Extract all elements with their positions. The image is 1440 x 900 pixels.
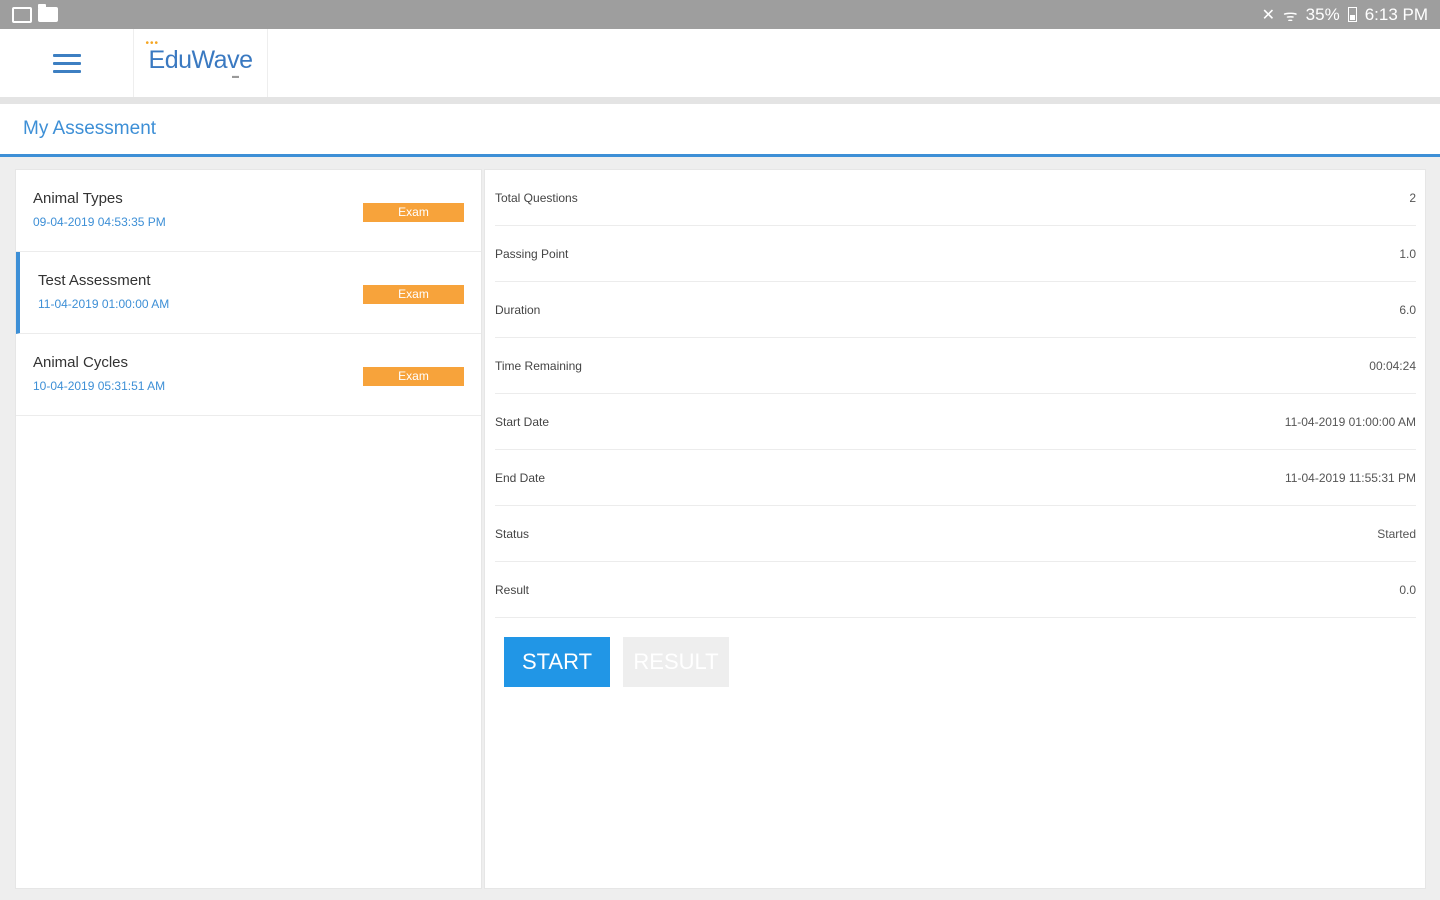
detail-row-passing-point: Passing Point 1.0 <box>495 226 1416 282</box>
detail-label: Status <box>495 526 530 541</box>
page-title: My Assessment <box>23 118 157 139</box>
detail-label: Total Questions <box>495 190 578 205</box>
detail-row-result: Result 0.0 <box>495 562 1416 618</box>
mute-icon: ✕ <box>1261 6 1276 24</box>
detail-value: 0.0 <box>1399 582 1416 597</box>
logo: ••• EduWave ▬ <box>134 29 268 97</box>
result-button[interactable]: RESULT <box>623 637 729 687</box>
menu-button[interactable] <box>0 29 134 97</box>
page-title-bar: My Assessment <box>0 104 1440 157</box>
detail-label: Start Date <box>495 414 550 429</box>
exam-badge: Exam <box>363 285 464 304</box>
exam-badge: Exam <box>363 203 464 222</box>
detail-value: Started <box>1377 526 1416 541</box>
header-divider <box>0 97 1440 104</box>
detail-row-time-remaining: Time Remaining 00:04:24 <box>495 338 1416 394</box>
detail-row-start-date: Start Date 11-04-2019 01:00:00 AM <box>495 394 1416 450</box>
detail-label: Time Remaining <box>495 358 582 373</box>
detail-row-end-date: End Date 11-04-2019 11:55:31 PM <box>495 450 1416 506</box>
list-item-animal-types[interactable]: Animal Types 09-04-2019 04:53:35 PM Exam <box>16 170 481 252</box>
detail-label: Passing Point <box>495 246 569 261</box>
detail-row-total-questions: Total Questions 2 <box>495 170 1416 226</box>
assessment-list: Animal Types 09-04-2019 04:53:35 PM Exam… <box>15 169 482 889</box>
detail-value: 6.0 <box>1399 302 1416 317</box>
detail-value: 2 <box>1409 190 1416 205</box>
detail-label: Result <box>495 582 530 597</box>
detail-label: Duration <box>495 302 541 317</box>
status-bar: ✕ ᯤ 35% 6:13 PM <box>0 0 1440 29</box>
list-item-animal-cycles[interactable]: Animal Cycles 10-04-2019 05:31:51 AM Exa… <box>16 334 481 416</box>
logo-text: ••• EduWave <box>145 38 253 74</box>
list-item-test-assessment[interactable]: Test Assessment 11-04-2019 01:00:00 AM E… <box>16 252 481 334</box>
start-button[interactable]: START <box>504 637 610 687</box>
battery-icon <box>1347 7 1357 22</box>
detail-value: 00:04:24 <box>1369 358 1416 373</box>
hamburger-icon <box>52 53 81 73</box>
exam-badge: Exam <box>363 367 464 386</box>
folder-icon <box>38 4 58 22</box>
app-header: ••• EduWave ▬ <box>0 29 1440 97</box>
detail-label: End Date <box>495 470 546 485</box>
image-icon <box>12 6 32 23</box>
detail-value: 1.0 <box>1399 246 1416 261</box>
wifi-icon: ᯤ <box>1283 7 1298 25</box>
status-bar-right: ✕ ᯤ 35% 6:13 PM <box>1262 4 1428 26</box>
detail-value: 11-04-2019 01:00:00 AM <box>1284 414 1416 429</box>
clock: 6:13 PM <box>1364 4 1428 24</box>
status-bar-left <box>12 4 58 23</box>
detail-row-status: Status Started <box>495 506 1416 562</box>
logo-dots-icon: ••• <box>145 38 160 49</box>
detail-row-duration: Duration 6.0 <box>495 282 1416 338</box>
battery-percent: 35% <box>1305 4 1340 24</box>
assessment-details: Total Questions 2 Passing Point 1.0 Dura… <box>484 169 1426 889</box>
detail-value: 11-04-2019 11:55:31 PM <box>1285 470 1416 485</box>
